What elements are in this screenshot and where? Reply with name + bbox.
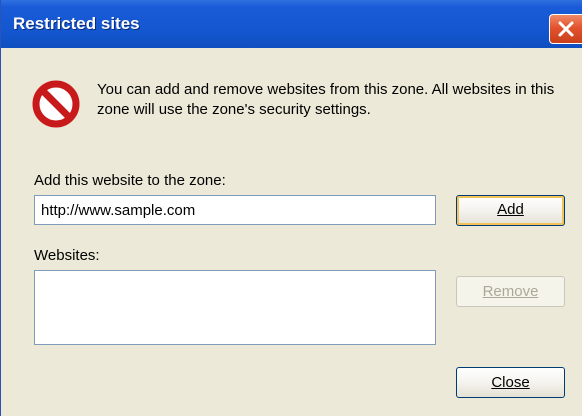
title-bar[interactable]: Restricted sites — [1, 0, 582, 48]
zone-info-text: You can add and remove websites from thi… — [97, 81, 555, 118]
add-website-label: Add this website to the zone: — [34, 172, 226, 189]
close-button[interactable]: Close — [456, 367, 565, 398]
close-window-button[interactable] — [549, 14, 582, 44]
window-title: Restricted sites — [13, 14, 140, 33]
add-button[interactable]: Add — [456, 195, 565, 226]
website-url-input[interactable] — [34, 195, 436, 225]
remove-button[interactable]: Remove — [456, 276, 565, 307]
close-icon — [558, 21, 574, 37]
dialog-window: Restricted sites You can add and remove … — [0, 0, 582, 416]
websites-list[interactable] — [34, 270, 436, 345]
websites-label: Websites: — [34, 247, 100, 264]
prohibited-icon — [32, 80, 80, 128]
